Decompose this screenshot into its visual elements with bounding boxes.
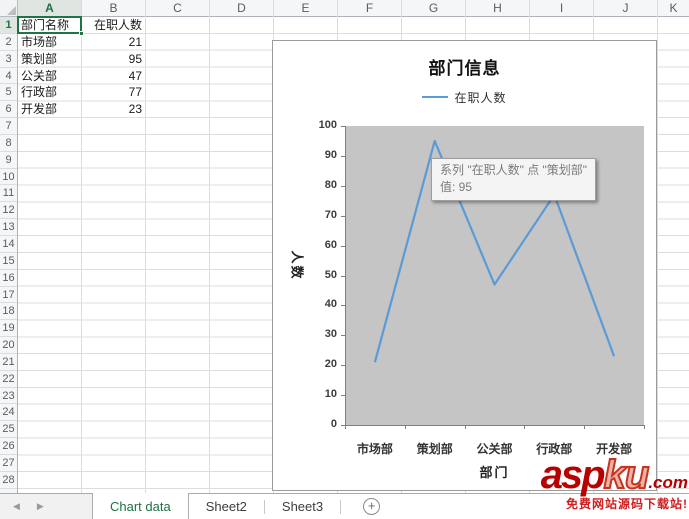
y-tick-label: 30 — [324, 328, 337, 341]
column-header-f[interactable]: F — [338, 0, 402, 17]
cell-B2[interactable]: 21 — [82, 34, 146, 51]
cell-B4[interactable]: 47 — [82, 68, 146, 85]
y-tick-label: 60 — [324, 238, 337, 251]
tab-sheet2[interactable]: Sheet2 — [189, 494, 264, 519]
column-header-k[interactable]: K — [658, 0, 689, 17]
row-header-20[interactable]: 20 — [0, 337, 17, 354]
row-header-21[interactable]: 21 — [0, 354, 17, 371]
column-header-h[interactable]: H — [466, 0, 530, 17]
row-header-17[interactable]: 17 — [0, 287, 17, 304]
row-header-24[interactable]: 24 — [0, 404, 17, 422]
tab-separator — [340, 499, 342, 514]
tooltip-value-line: 值: 95 — [440, 180, 473, 194]
column-headers: A B C D E F G H I J K — [18, 0, 689, 17]
excel-window: A B C D E F G H I J K 1 2 3 4 5 6 7 8 9 10 11 12 13 1… — [0, 0, 689, 519]
row-header-2[interactable]: 2 — [0, 34, 17, 51]
x-category-label: 开发部 — [596, 442, 633, 456]
sheet-tab-bar: ◀ ▶ Chart data Sheet2 Sheet3 + — [0, 493, 689, 519]
y-tick-label: 10 — [324, 388, 337, 401]
row-header-5[interactable]: 5 — [0, 84, 17, 102]
select-all-corner[interactable] — [0, 0, 18, 17]
row-header-18[interactable]: 18 — [0, 303, 17, 321]
select-all-triangle-icon — [7, 6, 16, 15]
new-sheet-button[interactable]: + — [363, 498, 381, 515]
row-headers: 1 2 3 4 5 6 7 8 9 10 11 12 13 14 15 16 17 18 19 20 21 22 23 24 2… — [0, 17, 18, 493]
x-axis-title[interactable]: 部门 — [345, 462, 644, 481]
tab-sheet3[interactable]: Sheet3 — [265, 494, 340, 519]
next-sheet-icon[interactable]: ▶ — [37, 501, 44, 512]
y-tick-label: 50 — [324, 268, 337, 281]
row-header-10[interactable]: 10 — [0, 169, 17, 186]
column-header-i[interactable]: I — [530, 0, 594, 17]
row-header-1[interactable]: 1 — [0, 17, 17, 34]
row-header-15[interactable]: 15 — [0, 253, 17, 270]
legend-label: 在职人数 — [454, 90, 507, 105]
row-header-9[interactable]: 9 — [0, 152, 17, 169]
y-tick-label: 70 — [324, 208, 337, 221]
tooltip-series-line: 系列 "在职人数" 点 "策划部" — [440, 163, 588, 177]
chart-legend[interactable]: 在职人数 — [273, 88, 656, 106]
column-header-b[interactable]: B — [82, 0, 146, 17]
row-header-3[interactable]: 3 — [0, 51, 17, 68]
y-tick-label: 90 — [324, 148, 337, 161]
cell-A3[interactable]: 策划部 — [18, 51, 82, 68]
row-header-16[interactable]: 16 — [0, 270, 17, 287]
y-tick-label: 40 — [324, 298, 337, 311]
row-header-14[interactable]: 14 — [0, 236, 17, 253]
sheet-nav: ◀ ▶ — [0, 494, 93, 519]
row-header-8[interactable]: 8 — [0, 135, 17, 152]
cell-B1[interactable]: 在职人数 — [82, 17, 146, 34]
y-tick-label: 100 — [318, 119, 337, 131]
column-header-e[interactable]: E — [274, 0, 338, 17]
datapoint-tooltip: 系列 "在职人数" 点 "策划部" 值: 95 — [431, 158, 597, 201]
y-axis-title[interactable]: 人数 — [289, 245, 308, 287]
y-tick-label: 0 — [330, 418, 337, 430]
row-header-27[interactable]: 27 — [0, 455, 17, 472]
prev-sheet-icon[interactable]: ◀ — [13, 501, 20, 512]
y-tick-label: 20 — [324, 358, 337, 371]
column-header-j[interactable]: J — [594, 0, 658, 17]
row-header-26[interactable]: 26 — [0, 438, 17, 455]
legend-line-icon — [422, 96, 449, 98]
cell-B5[interactable]: 77 — [82, 84, 146, 101]
fill-handle[interactable] — [79, 31, 84, 36]
row-header-19[interactable]: 19 — [0, 320, 17, 338]
column-header-c[interactable]: C — [146, 0, 210, 17]
y-tick-label: 80 — [324, 178, 337, 191]
row-header-23[interactable]: 23 — [0, 388, 17, 405]
x-category-label: 行政部 — [536, 442, 573, 456]
cell-A6[interactable]: 开发部 — [18, 101, 82, 118]
cell-A4[interactable]: 公关部 — [18, 68, 82, 85]
chart-area[interactable]: 部门信息 在职人数 0 10 20 30 40 50 60 70 80 90 100 市场部 策划部 公关… — [272, 40, 657, 491]
row-header-7[interactable]: 7 — [0, 118, 17, 135]
column-header-d[interactable]: D — [210, 0, 274, 17]
active-cell-selection — [17, 16, 84, 36]
x-category-label: 策划部 — [416, 442, 453, 456]
chart-title[interactable]: 部门信息 — [273, 54, 656, 79]
row-header-6[interactable]: 6 — [0, 101, 17, 119]
cell-B6[interactable]: 23 — [82, 101, 146, 118]
column-header-g[interactable]: G — [402, 0, 466, 17]
cell-B3[interactable]: 95 — [82, 51, 146, 68]
row-header-4[interactable]: 4 — [0, 68, 17, 85]
cell-A2[interactable]: 市场部 — [18, 34, 82, 51]
row-header-25[interactable]: 25 — [0, 421, 17, 439]
tab-chart-data[interactable]: Chart data — [93, 493, 189, 519]
row-header-28[interactable]: 28 — [0, 472, 17, 489]
x-category-label: 公关部 — [476, 442, 513, 456]
cell-A5[interactable]: 行政部 — [18, 84, 82, 101]
row-header-12[interactable]: 12 — [0, 202, 17, 220]
column-header-a[interactable]: A — [18, 0, 82, 17]
x-category-label: 市场部 — [356, 442, 393, 456]
row-header-13[interactable]: 13 — [0, 219, 17, 236]
row-header-22[interactable]: 22 — [0, 371, 17, 388]
row-header-11[interactable]: 11 — [0, 185, 17, 203]
